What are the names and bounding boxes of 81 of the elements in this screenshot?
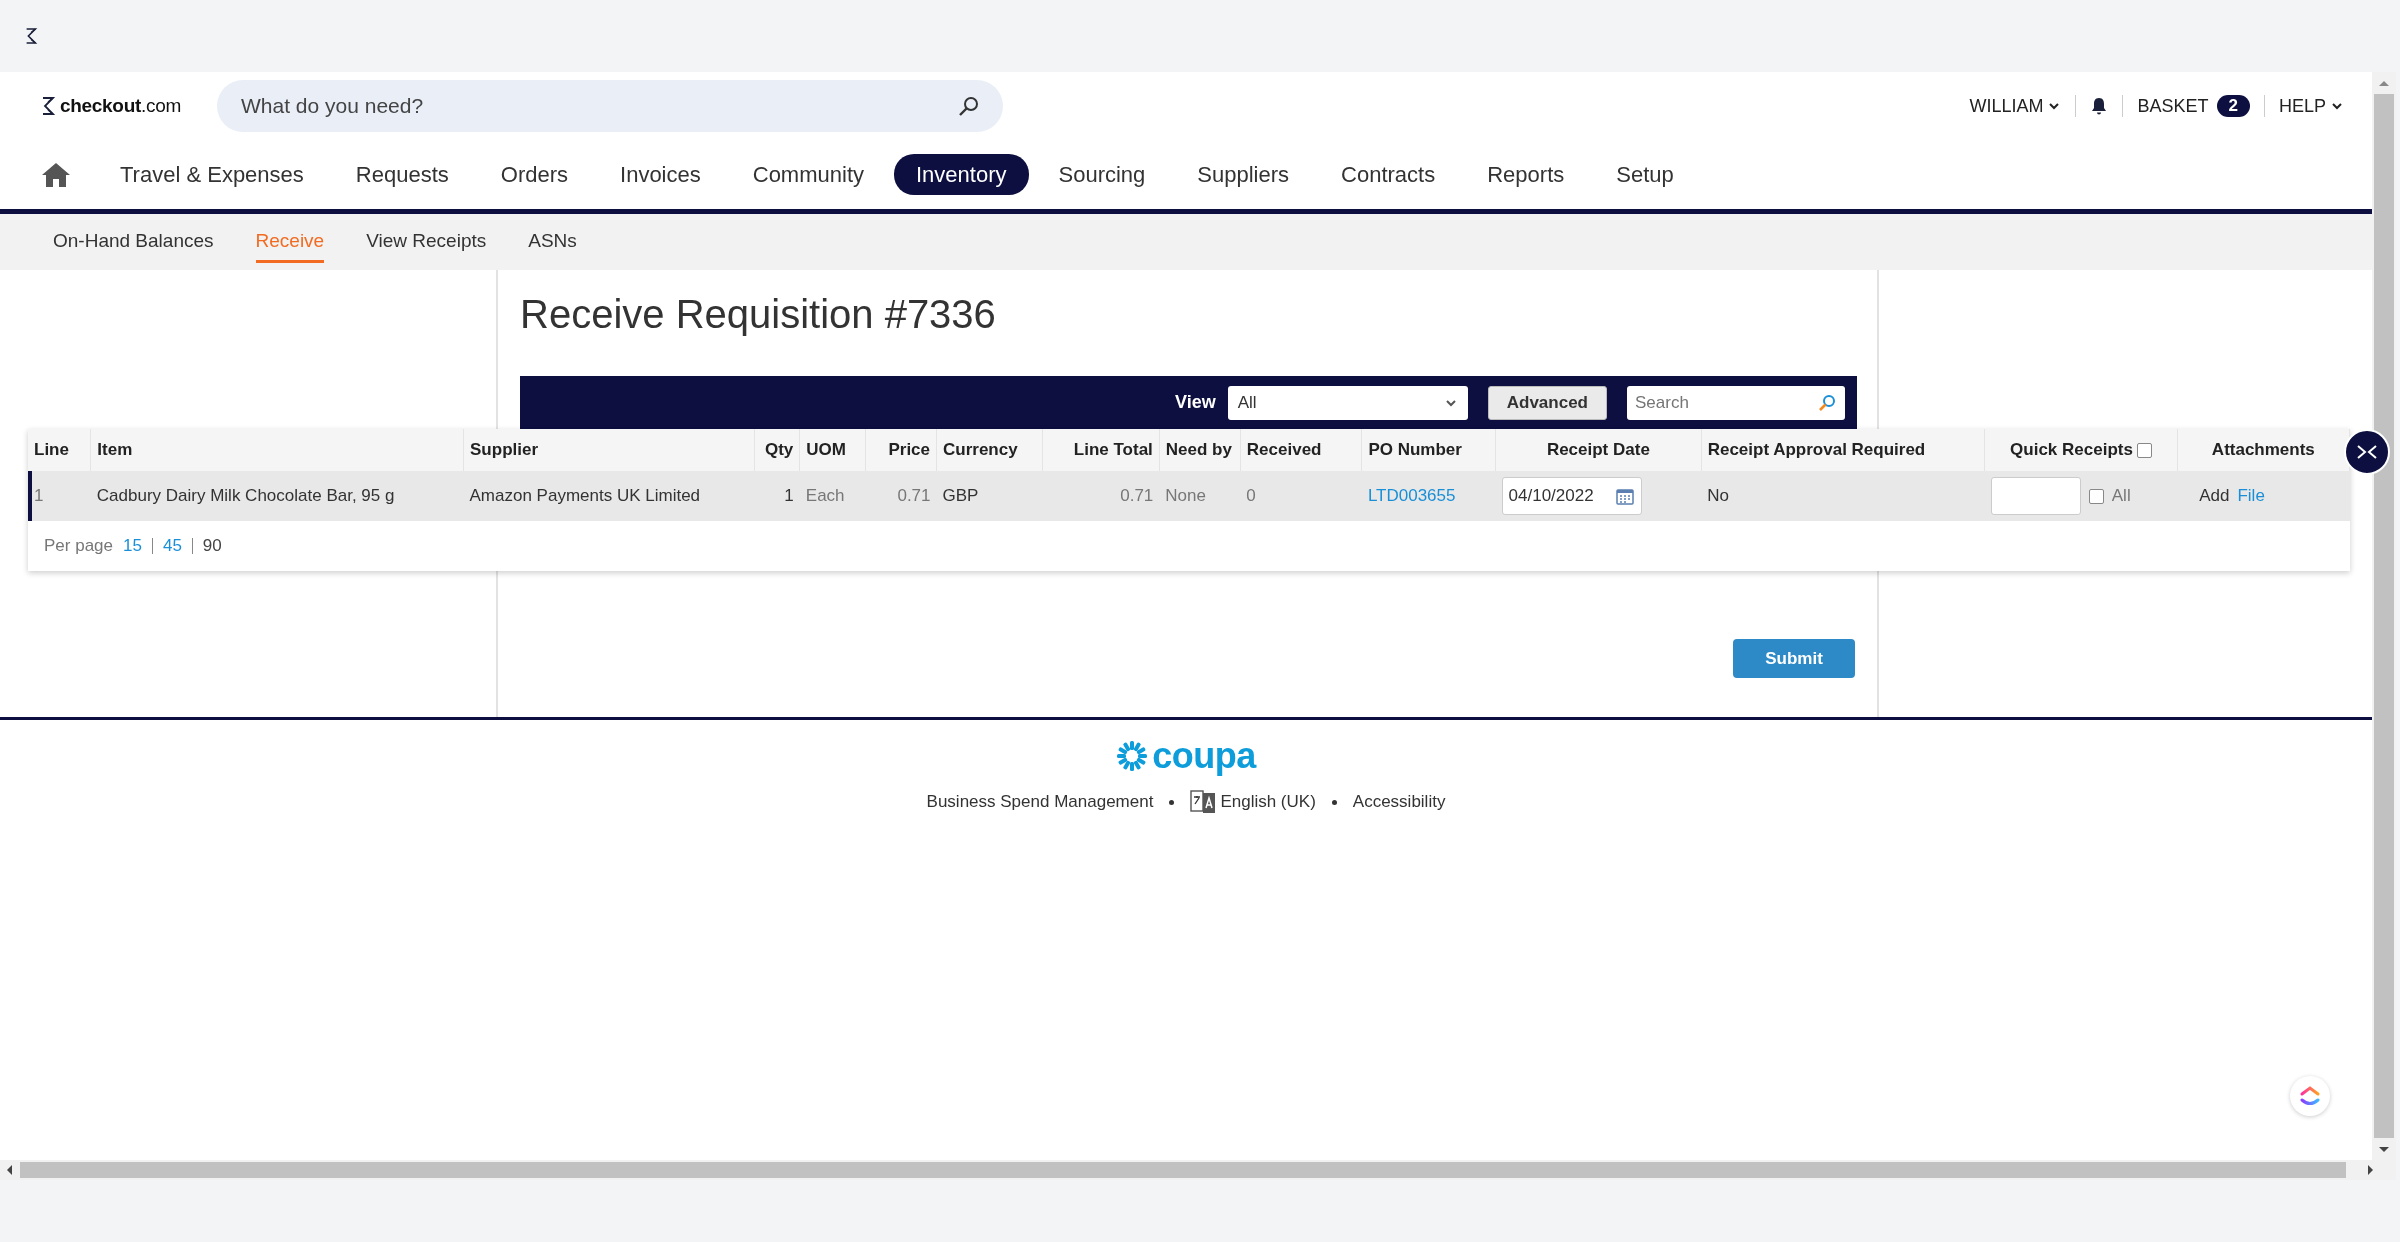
column-header: Quick Receipts bbox=[2010, 440, 2133, 460]
chevrons-logo-icon bbox=[2298, 1084, 2322, 1108]
column-header: Receipt Approval Required bbox=[1707, 440, 1926, 460]
starburst-logo-icon bbox=[1116, 740, 1149, 772]
nav-tab[interactable]: Sourcing bbox=[1036, 154, 1168, 195]
column-header: Currency bbox=[943, 440, 1018, 460]
checkbox-label: All bbox=[2111, 485, 2131, 508]
view-select[interactable]: All bbox=[1227, 385, 1468, 420]
subnav-tab[interactable]: View Receipts bbox=[366, 221, 487, 263]
footer-link[interactable]: Business Spend Management bbox=[926, 789, 1154, 815]
per-page-label: Per page bbox=[44, 535, 113, 558]
column-header: Need by bbox=[1165, 440, 1232, 460]
logo-text: checkout.com bbox=[60, 93, 181, 118]
column-header: Qty bbox=[764, 440, 794, 460]
scrollbar-thumb[interactable] bbox=[2374, 94, 2394, 1138]
submit-button[interactable]: Submit bbox=[1733, 639, 1855, 678]
column-header: Received bbox=[1246, 440, 1322, 460]
column-header: Line Total bbox=[1073, 440, 1153, 460]
column-header: PO Number bbox=[1368, 440, 1462, 460]
scrollbar-thumb[interactable] bbox=[20, 1162, 2346, 1178]
floating-widget-button[interactable] bbox=[2290, 1076, 2330, 1116]
column-header: Attachments bbox=[2211, 440, 2315, 460]
logo-mark-icon bbox=[40, 96, 56, 116]
home-icon[interactable] bbox=[40, 160, 72, 189]
table-search-field[interactable]: Search bbox=[1627, 385, 1845, 420]
attachment-label: Add bbox=[2199, 485, 2230, 508]
date-field[interactable]: 04/10/2022 bbox=[1501, 477, 1642, 515]
nav-tab[interactable]: Orders bbox=[478, 154, 591, 195]
collapse-arrows-icon bbox=[2355, 443, 2379, 461]
global-search-field[interactable]: What do you need? bbox=[217, 80, 1003, 132]
column-header: UOM bbox=[806, 440, 846, 460]
page-size-option[interactable]: 15 bbox=[123, 533, 142, 559]
nav-tab[interactable]: Reports bbox=[1465, 154, 1587, 195]
menu-dropdown[interactable]: HELP bbox=[2278, 92, 2344, 120]
table-cell: 0.71 bbox=[897, 486, 931, 506]
table-cell: Cadbury Dairy Milk Chocolate Bar, 95 g bbox=[96, 486, 395, 506]
brand-name: coupa bbox=[1152, 738, 1256, 774]
table-cell: 0 bbox=[1246, 486, 1256, 506]
table-cell: 1 bbox=[784, 486, 794, 506]
search-icon[interactable] bbox=[957, 94, 981, 118]
menu-dropdown[interactable]: WILLIAM bbox=[1969, 92, 2062, 120]
table-cell: No bbox=[1707, 486, 1729, 506]
horizontal-scrollbar[interactable] bbox=[0, 1160, 2396, 1180]
basket-link[interactable]: BASKET 2 bbox=[2137, 92, 2250, 120]
subnav-tab[interactable]: On-Hand Balances bbox=[53, 221, 214, 263]
nav-tab[interactable]: Requests bbox=[333, 154, 471, 195]
view-label: View bbox=[1175, 391, 1216, 414]
logo-mark-icon bbox=[24, 27, 38, 45]
subnav-tab[interactable]: ASNs bbox=[528, 221, 577, 263]
all-checkbox[interactable] bbox=[2088, 488, 2104, 504]
column-header: Receipt Date bbox=[1546, 440, 1650, 460]
column-header: Item bbox=[97, 440, 133, 460]
nav-tab[interactable]: Community bbox=[730, 154, 886, 195]
table-cell: 0.71 bbox=[1120, 486, 1154, 506]
select-all-checkbox[interactable] bbox=[2136, 443, 2152, 459]
translate-icon bbox=[1190, 788, 1217, 816]
nav-tab[interactable]: Invoices bbox=[598, 154, 723, 195]
nav-tab[interactable]: Setup bbox=[1594, 154, 1696, 195]
language-link[interactable]: English (UK) bbox=[1190, 788, 1316, 816]
page-title: Receive Requisition #7336 bbox=[519, 291, 997, 338]
column-header: Line bbox=[34, 440, 69, 460]
nav-tab[interactable]: Travel & Expenses bbox=[98, 154, 326, 195]
vertical-scrollbar[interactable] bbox=[2372, 72, 2396, 1160]
table-cell: Amazon Payments UK Limited bbox=[469, 486, 701, 506]
quantity-input-field[interactable] bbox=[1990, 477, 2081, 515]
table-cell: GBP bbox=[942, 486, 979, 506]
bell-icon[interactable] bbox=[2090, 96, 2109, 116]
column-header: Supplier bbox=[470, 440, 539, 460]
advanced-button[interactable]: Advanced bbox=[1487, 385, 1607, 420]
footer-link[interactable]: Accessibility bbox=[1352, 789, 1446, 815]
basket-count: 2 bbox=[2216, 95, 2250, 117]
page-size-option[interactable]: 45 bbox=[162, 533, 182, 559]
nav-tab[interactable]: Suppliers bbox=[1175, 154, 1312, 195]
page-size-option[interactable]: 90 bbox=[202, 533, 222, 559]
table-cell: Each bbox=[805, 486, 845, 506]
table-cell: 1 bbox=[34, 486, 44, 506]
column-header: Price bbox=[888, 440, 930, 460]
nav-tab[interactable]: Contracts bbox=[1319, 154, 1458, 195]
calendar-icon[interactable] bbox=[1614, 486, 1635, 506]
table-cell: None bbox=[1165, 486, 1206, 506]
nav-tab[interactable]: Inventory bbox=[894, 154, 1029, 195]
